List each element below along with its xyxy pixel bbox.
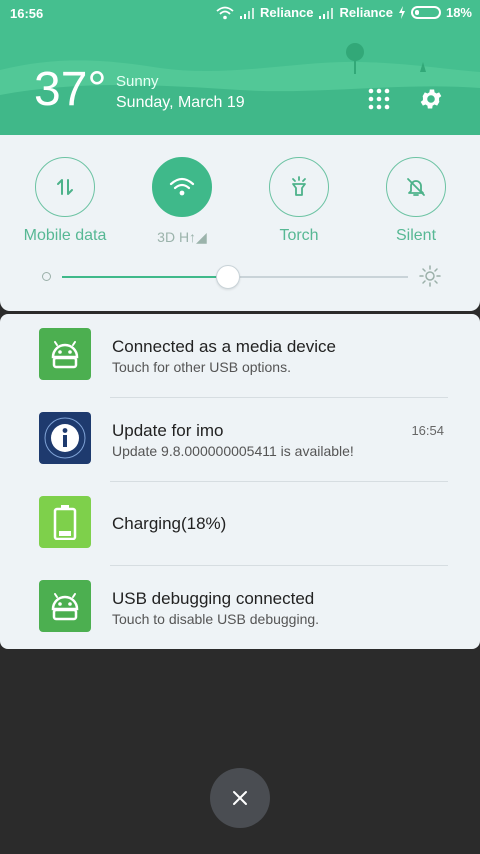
silent-toggle[interactable]: [386, 157, 446, 217]
battery-percent: 18%: [445, 5, 472, 20]
notification-title: Update for imo: [112, 421, 224, 440]
gear-icon[interactable]: [418, 86, 444, 112]
brightness-slider-fill: [62, 276, 229, 278]
notification-title: Charging(18%): [112, 514, 227, 533]
weather-header: 16:56 Reliance Reliance 18% 37° Sunny Su…: [0, 0, 480, 135]
notification-subtitle: Touch to disable USB debugging.: [112, 611, 320, 627]
signal-1-icon: [240, 7, 254, 19]
date-label: Sunday, March 19: [116, 94, 245, 111]
clear-all-button[interactable]: [210, 768, 270, 828]
wifi-label: 3D H↑◢: [157, 229, 207, 245]
notification-subtitle: Touch for other USB options.: [112, 359, 291, 375]
carrier-1-label: Reliance: [260, 5, 314, 20]
brightness-high-icon: [419, 265, 441, 287]
battery-icon: [410, 6, 441, 19]
mobile-data-label: Mobile data: [23, 227, 107, 244]
torch-label: Torch: [279, 227, 319, 244]
status-time: 16:56: [10, 6, 44, 21]
notification-subtitle: Update 9.8.000000005411 is available!: [112, 443, 354, 459]
battery-icon: [39, 496, 91, 548]
notification-time: 16:54: [411, 423, 444, 438]
brightness-low-icon: [42, 272, 51, 281]
bell-off-icon: [407, 178, 425, 196]
temperature: 37°: [34, 63, 107, 116]
imo-info-icon: [39, 412, 91, 464]
mobile-data-toggle[interactable]: [35, 157, 95, 217]
wifi-icon: [169, 177, 195, 196]
weather-condition: Sunny: [116, 73, 159, 90]
signal-2-icon: [319, 7, 334, 19]
wifi-toggle[interactable]: [152, 157, 212, 217]
torch-toggle[interactable]: [269, 157, 329, 217]
carrier-2-label: Reliance: [339, 5, 393, 20]
android-icon: [39, 328, 91, 380]
apps-grid-icon[interactable]: [368, 88, 390, 110]
android-icon: [39, 580, 91, 632]
status-bar: 16:56 Reliance Reliance 18%: [0, 0, 480, 28]
flashlight-icon: [292, 176, 306, 196]
notification-item[interactable]: Update for imo Update 9.8.000000005411 i…: [0, 398, 480, 482]
notification-title: USB debugging connected: [112, 589, 315, 608]
wifi-status-icon: [216, 6, 234, 19]
quick-settings-panel: Mobile data 3D H↑◢ Torch Silent: [0, 135, 480, 311]
notification-title: Connected as a media device: [112, 337, 336, 356]
notification-item[interactable]: Charging(18%): [0, 482, 480, 566]
notification-item[interactable]: Connected as a media device Touch for ot…: [0, 314, 480, 398]
charging-bolt-icon: [398, 6, 405, 19]
data-arrows-icon: [57, 179, 73, 195]
silent-label: Silent: [395, 227, 437, 244]
notification-item[interactable]: USB debugging connected Touch to disable…: [0, 566, 480, 650]
close-icon: [233, 791, 247, 805]
brightness-slider-thumb[interactable]: [216, 265, 241, 289]
notification-list: Connected as a media device Touch for ot…: [0, 314, 480, 649]
